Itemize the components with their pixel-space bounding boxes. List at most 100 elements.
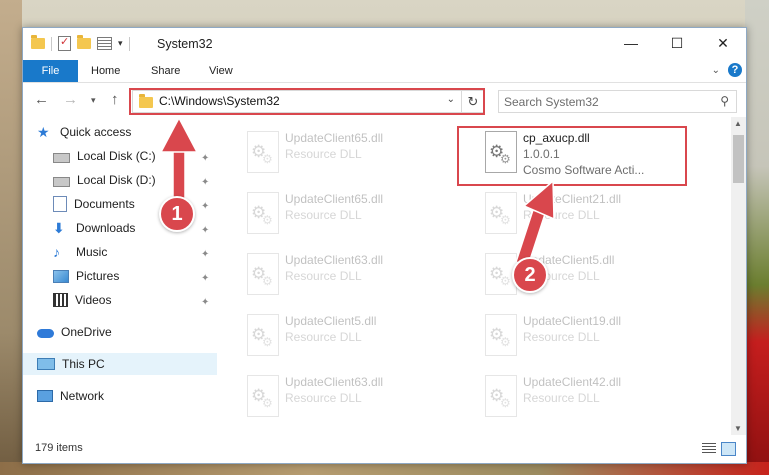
desktop-background-right [745, 0, 769, 475]
list-item[interactable]: UpdateClient65.dll Resource DLL [239, 123, 459, 179]
maximize-button[interactable]: ☐ [654, 28, 700, 58]
new-folder-icon[interactable] [77, 35, 91, 49]
cloud-icon [37, 329, 54, 338]
title-bar: ▾ System32 — ☐ ✕ [23, 28, 746, 60]
file-name: UpdateClient21.dll [523, 192, 622, 206]
ribbon-right-controls: ⌄ ? [712, 63, 742, 77]
callout-badge-2: 2 [512, 257, 548, 293]
folder-icon [31, 35, 45, 49]
list-item[interactable]: UpdateClient63.dll Resource DLL [239, 245, 459, 301]
sidebar-item-label: Network [60, 389, 105, 403]
sidebar-item-quick-access[interactable]: ★ Quick access [23, 121, 217, 143]
search-box[interactable]: ⚲ [498, 90, 737, 113]
sidebar-item-label: Downloads [76, 221, 136, 235]
list-item[interactable]: UpdateClient42.dll Resource DLL [477, 367, 697, 423]
tab-share[interactable]: Share [151, 60, 180, 82]
sidebar-item-label: Music [76, 245, 108, 259]
search-icon[interactable]: ⚲ [720, 94, 729, 108]
list-item[interactable]: UpdateClient5.dll Resource DLL [477, 245, 697, 301]
address-highlight-box [129, 88, 485, 115]
large-icons-view-icon[interactable] [721, 442, 736, 456]
vertical-scrollbar[interactable]: ▲ ▼ [731, 117, 746, 435]
file-name: UpdateClient19.dll [523, 314, 622, 328]
recent-locations-chevron-icon[interactable]: ▾ [91, 95, 96, 106]
tab-home[interactable]: Home [91, 60, 120, 82]
scrollbar-thumb[interactable] [733, 135, 744, 183]
properties-icon[interactable] [97, 37, 112, 50]
list-item[interactable]: UpdateClient19.dll Resource DLL [477, 306, 697, 362]
pin-icon[interactable]: ✦ [201, 249, 209, 260]
dll-file-icon [485, 375, 517, 417]
scroll-down-chevron-icon[interactable]: ▼ [734, 424, 742, 433]
sidebar-item-label: Quick access [60, 125, 132, 139]
list-item[interactable]: UpdateClient65.dll Resource DLL [239, 184, 459, 240]
file-name: UpdateClient63.dll [285, 253, 384, 267]
music-icon: ♪ [53, 244, 60, 260]
pin-icon[interactable]: ✦ [201, 297, 209, 308]
file-name: UpdateClient63.dll [285, 375, 384, 389]
dll-file-icon [247, 131, 279, 173]
file-type: Resource DLL [285, 208, 362, 222]
file-type: Resource DLL [285, 147, 362, 161]
pc-icon [37, 358, 55, 370]
sidebar-item-local-disk-c[interactable]: Local Disk (C:) [23, 145, 217, 167]
desktop-background-left [0, 0, 22, 475]
list-item[interactable]: UpdateClient21.dll Resource DLL [477, 184, 697, 240]
scroll-up-chevron-icon[interactable]: ▲ [734, 119, 742, 128]
file-explorer-window: ▾ System32 — ☐ ✕ File Home Share View ⌄ … [22, 27, 747, 464]
pin-icon[interactable]: ✦ [201, 201, 209, 212]
pin-icon[interactable]: ✦ [201, 177, 209, 188]
expand-ribbon-chevron-icon[interactable]: ⌄ [712, 65, 720, 76]
sidebar-item-onedrive[interactable]: OneDrive [23, 321, 217, 343]
file-type: Resource DLL [523, 208, 600, 222]
file-highlight-box [457, 126, 687, 186]
download-icon: ⬇ [53, 220, 65, 236]
properties-check-icon[interactable] [58, 35, 71, 51]
sidebar-item-network[interactable]: Network [23, 385, 217, 407]
pictures-icon [53, 270, 69, 283]
file-name: UpdateClient5.dll [285, 314, 377, 328]
sidebar-item-music[interactable]: ♪ Music [23, 241, 217, 263]
minimize-button[interactable]: — [608, 28, 654, 58]
forward-arrow-icon[interactable]: → [63, 91, 78, 108]
list-item[interactable]: UpdateClient63.dll Resource DLL [239, 367, 459, 423]
window-controls: — ☐ ✕ [608, 28, 746, 58]
item-count: 179 items [35, 442, 83, 454]
file-name: UpdateClient65.dll [285, 192, 384, 206]
dll-file-icon [247, 192, 279, 234]
sidebar-item-videos[interactable]: Videos [23, 289, 217, 311]
sidebar-item-label: Local Disk (C:) [77, 149, 156, 163]
help-icon[interactable]: ? [728, 63, 742, 77]
sidebar-item-local-disk-d[interactable]: Local Disk (D:) [23, 169, 217, 191]
file-type: Resource DLL [523, 330, 600, 344]
quick-access-toolbar: ▾ [31, 35, 130, 51]
sidebar-item-this-pc[interactable]: This PC [23, 353, 217, 375]
search-input[interactable] [499, 91, 716, 112]
up-arrow-icon[interactable]: ↑ [111, 91, 119, 108]
window-title: System32 [157, 37, 213, 51]
file-type: Resource DLL [285, 269, 362, 283]
pin-icon[interactable]: ✦ [201, 225, 209, 236]
list-item[interactable]: UpdateClient5.dll Resource DLL [239, 306, 459, 362]
dll-file-icon [247, 314, 279, 356]
details-view-icon[interactable] [702, 443, 716, 454]
videos-icon [53, 293, 68, 307]
sidebar-item-label: This PC [62, 357, 105, 371]
pin-icon[interactable]: ✦ [201, 273, 209, 284]
star-icon: ★ [37, 124, 50, 140]
file-type: Resource DLL [285, 330, 362, 344]
tab-file[interactable]: File [23, 60, 78, 82]
file-name: UpdateClient42.dll [523, 375, 622, 389]
customize-toolbar-chevron-icon[interactable]: ▾ [118, 38, 123, 49]
file-name: UpdateClient65.dll [285, 131, 384, 145]
tab-view[interactable]: View [209, 60, 233, 82]
sidebar-item-label: OneDrive [61, 325, 112, 339]
pin-icon[interactable]: ✦ [201, 153, 209, 164]
documents-icon [53, 196, 67, 212]
dll-file-icon [247, 253, 279, 295]
sidebar-item-label: Local Disk (D:) [77, 173, 156, 187]
file-type: Resource DLL [523, 391, 600, 405]
back-arrow-icon[interactable]: ← [34, 91, 49, 108]
close-button[interactable]: ✕ [700, 28, 746, 58]
sidebar-item-pictures[interactable]: Pictures [23, 265, 217, 287]
